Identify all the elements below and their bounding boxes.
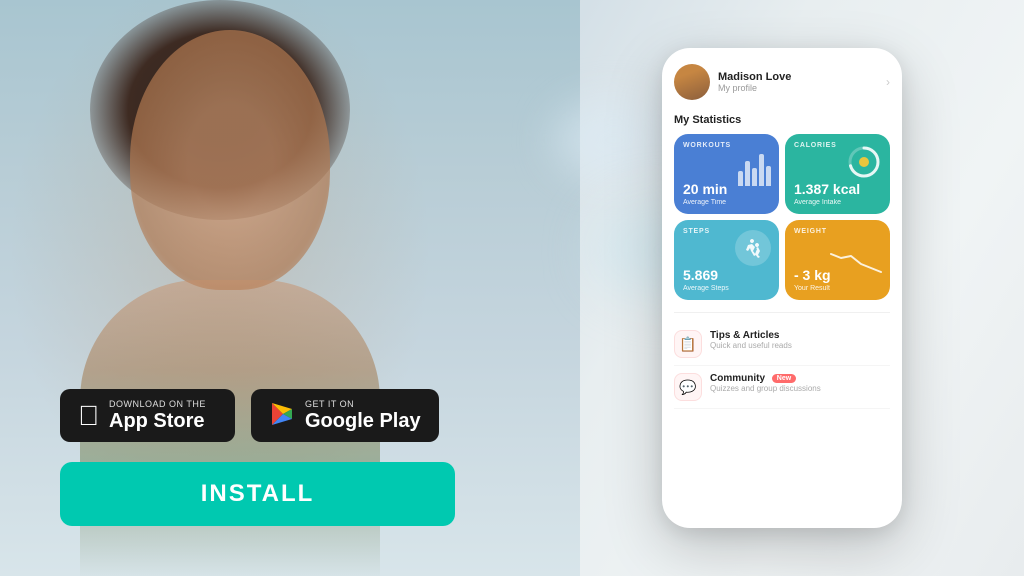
chevron-right-icon: › <box>886 75 890 89</box>
profile-details: Madison Love My profile <box>718 71 791 93</box>
list-section: 📋 Tips & Articles Quick and useful reads… <box>674 312 890 409</box>
profile-section[interactable]: Madison Love My profile › <box>674 64 890 100</box>
app-store-button[interactable]:  Download on the App Store <box>60 389 235 442</box>
workouts-sub: Average Time <box>683 199 726 206</box>
bar-4 <box>759 154 764 186</box>
community-title: Community New <box>710 373 821 384</box>
community-icon: 💬 <box>674 373 702 401</box>
bar-1 <box>738 171 743 186</box>
steps-icon <box>735 230 771 266</box>
calories-circle-chart <box>846 144 882 180</box>
app-store-text: Download on the App Store <box>109 399 206 432</box>
right-content: Madison Love My profile › My Statistics … <box>560 0 1024 576</box>
apple-icon:  <box>78 402 99 430</box>
google-play-button[interactable]: GET IT ON Google Play <box>251 389 439 442</box>
community-text: Community New Quizzes and group discussi… <box>710 373 821 393</box>
weight-sub: Your Result <box>794 285 830 292</box>
list-item-tips[interactable]: 📋 Tips & Articles Quick and useful reads <box>674 323 890 366</box>
workouts-value: 20 min <box>683 182 727 196</box>
install-button[interactable]: INSTALL <box>60 462 455 526</box>
calories-sub: Average Intake <box>794 199 841 206</box>
workouts-bar-chart <box>738 146 771 186</box>
profile-name: Madison Love <box>718 71 791 83</box>
list-item-community[interactable]: 💬 Community New Quizzes and group discus… <box>674 366 890 409</box>
profile-info: Madison Love My profile <box>674 64 791 100</box>
tips-sub: Quick and useful reads <box>710 341 792 350</box>
workouts-card: WORKOUTS 20 min Average Time <box>674 134 779 214</box>
google-play-prefix: GET IT ON <box>305 399 421 410</box>
store-buttons:  Download on the App Store <box>60 389 500 442</box>
avatar <box>674 64 710 100</box>
statistics-title: My Statistics <box>674 114 890 126</box>
tips-text: Tips & Articles Quick and useful reads <box>710 330 792 350</box>
tips-icon: 📋 <box>674 330 702 358</box>
tips-title: Tips & Articles <box>710 330 792 341</box>
community-sub: Quizzes and group discussions <box>710 384 821 393</box>
steps-sub: Average Steps <box>683 285 729 292</box>
weight-line-chart <box>829 246 884 276</box>
phone-inner: Madison Love My profile › My Statistics … <box>662 48 902 528</box>
left-content:  Download on the App Store <box>0 0 560 576</box>
weight-value: - 3 kg <box>794 268 831 282</box>
app-store-name: App Store <box>109 410 206 432</box>
bar-5 <box>766 166 771 186</box>
weight-label: WEIGHT <box>794 228 881 235</box>
calories-value: 1.387 kcal <box>794 182 860 196</box>
statistics-grid: WORKOUTS 20 min Average Time <box>674 134 890 300</box>
content-area:  Download on the App Store <box>0 0 1024 576</box>
new-badge: New <box>772 374 796 383</box>
steps-value: 5.869 <box>683 268 718 282</box>
bar-3 <box>752 168 757 186</box>
steps-card: STEPS 5.869 Average Steps <box>674 220 779 300</box>
phone-mockup: Madison Love My profile › My Statistics … <box>662 48 902 528</box>
calories-card: CALORIES 1.387 kcal Average Intake <box>785 134 890 214</box>
google-play-icon <box>269 401 295 431</box>
google-play-name: Google Play <box>305 410 421 432</box>
weight-card: WEIGHT - 3 kg Your Result <box>785 220 890 300</box>
bar-2 <box>745 161 750 186</box>
app-store-prefix: Download on the <box>109 399 206 410</box>
profile-subtitle: My profile <box>718 83 791 93</box>
google-play-text: GET IT ON Google Play <box>305 399 421 432</box>
